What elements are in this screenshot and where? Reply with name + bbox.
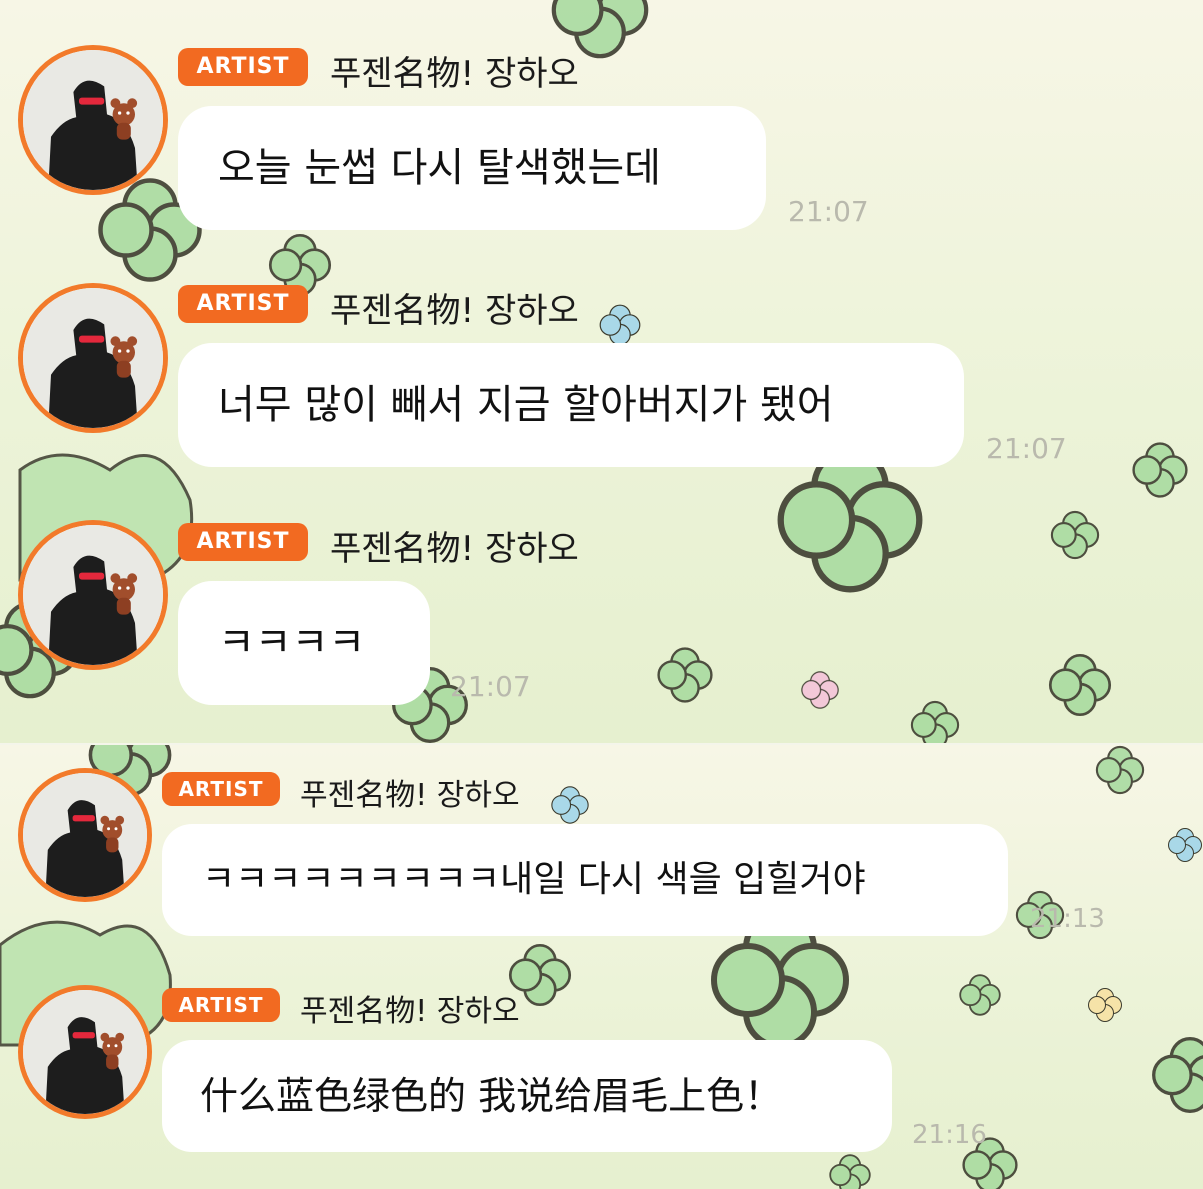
avatar[interactable] (18, 768, 152, 902)
message-bubble[interactable]: ㅋㅋㅋㅋ (178, 581, 430, 705)
message-timestamp: 21:13 (1030, 904, 1105, 934)
sender-name: 푸젠名物! 장하오 (300, 778, 520, 813)
sender-name: 푸젠名物! 장하오 (330, 529, 579, 569)
artist-badge: ARTIST (178, 48, 308, 86)
message-timestamp: 21:07 (450, 670, 531, 703)
profile-photo-icon (23, 50, 163, 190)
artist-badge: ARTIST (162, 772, 280, 806)
sender-name: 푸젠名物! 장하오 (330, 54, 579, 94)
artist-badge: ARTIST (178, 285, 308, 323)
avatar[interactable] (18, 985, 152, 1119)
message-timestamp: 21:07 (788, 195, 869, 228)
message-timestamp: 21:16 (912, 1120, 987, 1150)
profile-photo-icon (23, 990, 147, 1114)
message-timestamp: 21:07 (986, 432, 1067, 465)
sender-name: 푸젠名物! 장하오 (330, 291, 579, 331)
artist-badge: ARTIST (178, 523, 308, 561)
profile-photo-icon (23, 525, 163, 665)
message-bubble[interactable]: ㅋㅋㅋㅋㅋㅋㅋㅋㅋ내일 다시 색을 입힐거야 (162, 824, 1008, 936)
avatar[interactable] (18, 283, 168, 433)
sender-name: 푸젠名物! 장하오 (300, 994, 520, 1029)
message-bubble[interactable]: 너무 많이 빼서 지금 할아버지가 됐어 (178, 343, 964, 467)
artist-badge: ARTIST (162, 988, 280, 1022)
avatar[interactable] (18, 45, 168, 195)
avatar[interactable] (18, 520, 168, 670)
message-bubble[interactable]: 오늘 눈썹 다시 탈색했는데 (178, 106, 766, 230)
profile-photo-icon (23, 773, 147, 897)
profile-photo-icon (23, 288, 163, 428)
message-bubble[interactable]: 什么蓝色绿色的 我说给眉毛上色！ (162, 1040, 892, 1152)
